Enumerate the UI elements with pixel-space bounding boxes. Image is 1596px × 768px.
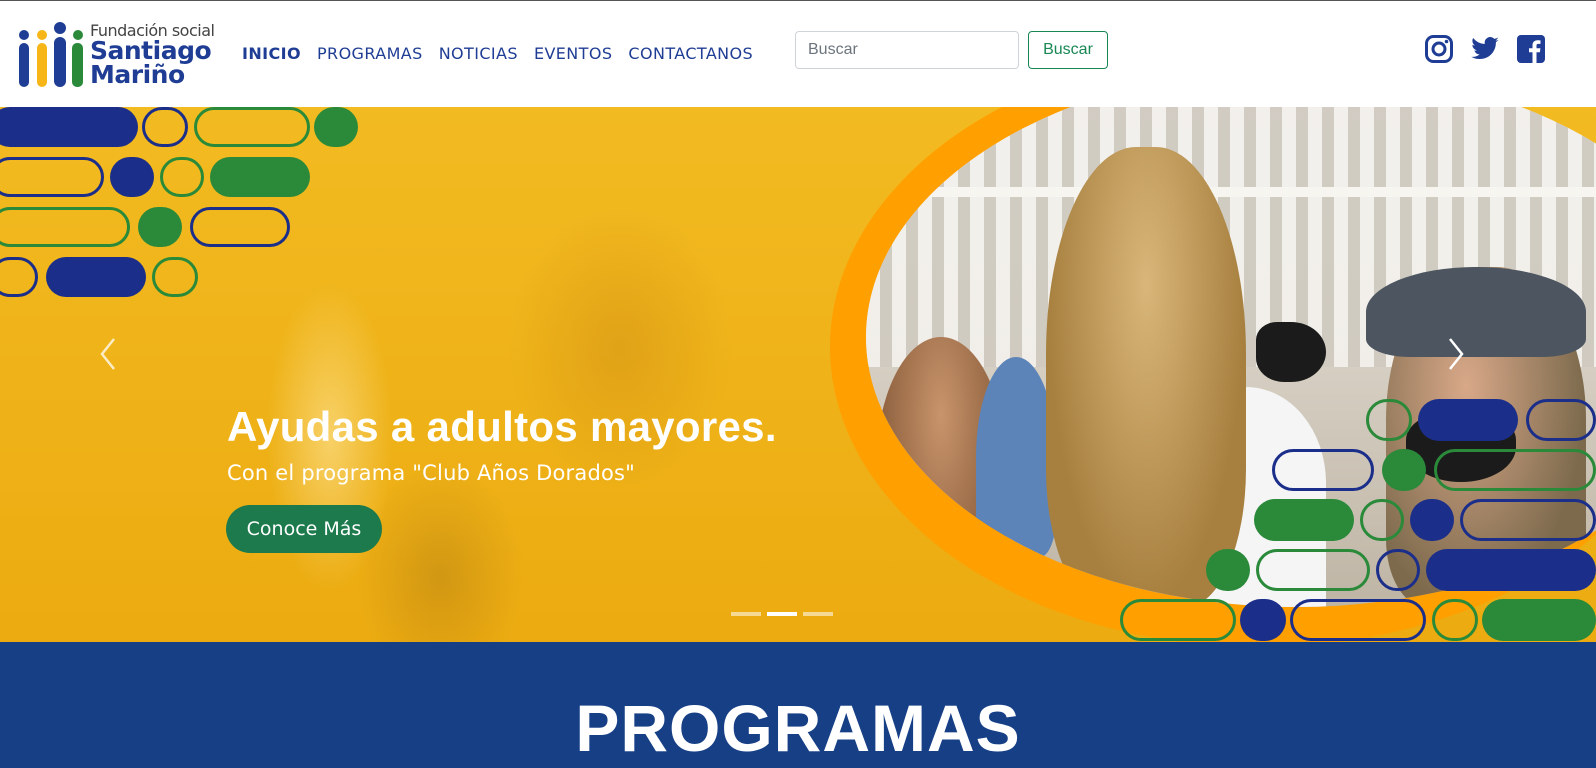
navbar: Fundación social Santiago Mariño INICIO … bbox=[0, 0, 1596, 107]
decor-pill bbox=[138, 207, 182, 247]
decor-pill bbox=[1254, 499, 1354, 541]
decor-pill bbox=[110, 157, 154, 197]
decor-pill bbox=[210, 157, 310, 197]
decor-pill bbox=[1120, 599, 1236, 641]
carousel-indicator-1[interactable] bbox=[731, 612, 761, 616]
people-logo-icon bbox=[19, 22, 83, 87]
decor-pill bbox=[314, 107, 358, 147]
decor-pill bbox=[1206, 549, 1250, 591]
decor-pill bbox=[194, 107, 310, 147]
programs-section: PROGRAMAS bbox=[0, 642, 1596, 768]
programs-title: PROGRAMAS bbox=[575, 691, 1021, 765]
decor-pill bbox=[152, 257, 198, 297]
facebook-icon[interactable] bbox=[1516, 34, 1546, 64]
decor-pill bbox=[1290, 599, 1426, 641]
conoce-mas-button[interactable]: Conoce Más bbox=[226, 505, 382, 553]
hero-carousel: Ayudas a adultos mayores. Con el program… bbox=[0, 107, 1596, 642]
decor-pill bbox=[1460, 499, 1596, 541]
chevron-left-icon[interactable] bbox=[96, 329, 126, 379]
decor-pill bbox=[1382, 449, 1426, 491]
decor-pill bbox=[1482, 599, 1596, 641]
twitter-icon[interactable] bbox=[1469, 34, 1501, 64]
decor-pill bbox=[1376, 549, 1420, 591]
carousel-indicators bbox=[731, 612, 833, 616]
search-button[interactable]: Buscar bbox=[1028, 31, 1108, 69]
decor-pill bbox=[1526, 399, 1596, 441]
decor-pill bbox=[1418, 399, 1518, 441]
decor-pill bbox=[1256, 549, 1370, 591]
decor-pill bbox=[1272, 449, 1374, 491]
search-input[interactable] bbox=[795, 31, 1019, 69]
nav-item-contactanos[interactable]: CONTACTANOS bbox=[620, 44, 761, 63]
decor-pill bbox=[142, 107, 188, 147]
carousel-indicator-2[interactable] bbox=[767, 612, 797, 616]
carousel-indicator-3[interactable] bbox=[803, 612, 833, 616]
nav-item-noticias[interactable]: NOTICIAS bbox=[431, 44, 526, 63]
decor-pill bbox=[1240, 599, 1286, 641]
decor-pill bbox=[1366, 399, 1412, 441]
instagram-icon[interactable] bbox=[1424, 34, 1454, 64]
decor-pill bbox=[190, 207, 290, 247]
nav-item-inicio[interactable]: INICIO bbox=[242, 44, 309, 63]
main-nav: INICIO PROGRAMAS NOTICIAS EVENTOS CONTAC… bbox=[242, 44, 761, 63]
hero-title: Ayudas a adultos mayores. bbox=[227, 403, 777, 450]
decor-pill bbox=[1432, 599, 1478, 641]
nav-item-programas[interactable]: PROGRAMAS bbox=[309, 44, 431, 63]
decor-pill bbox=[0, 157, 104, 197]
decor-pill bbox=[1434, 449, 1596, 491]
decor-pill bbox=[1410, 499, 1454, 541]
decor-pill bbox=[0, 207, 130, 247]
nav-item-eventos[interactable]: EVENTOS bbox=[526, 44, 620, 63]
decor-pill bbox=[160, 157, 204, 197]
chevron-right-icon[interactable] bbox=[1440, 329, 1470, 379]
decor-pill bbox=[1360, 499, 1404, 541]
decor-pill bbox=[1426, 549, 1596, 591]
brand-logo[interactable]: Fundación social Santiago Mariño bbox=[16, 21, 226, 91]
hero-subtitle: Con el programa "Club Años Dorados" bbox=[227, 461, 636, 485]
brand-name-line2: Mariño bbox=[90, 60, 185, 89]
decor-pill bbox=[0, 107, 138, 147]
decor-pill bbox=[46, 257, 146, 297]
